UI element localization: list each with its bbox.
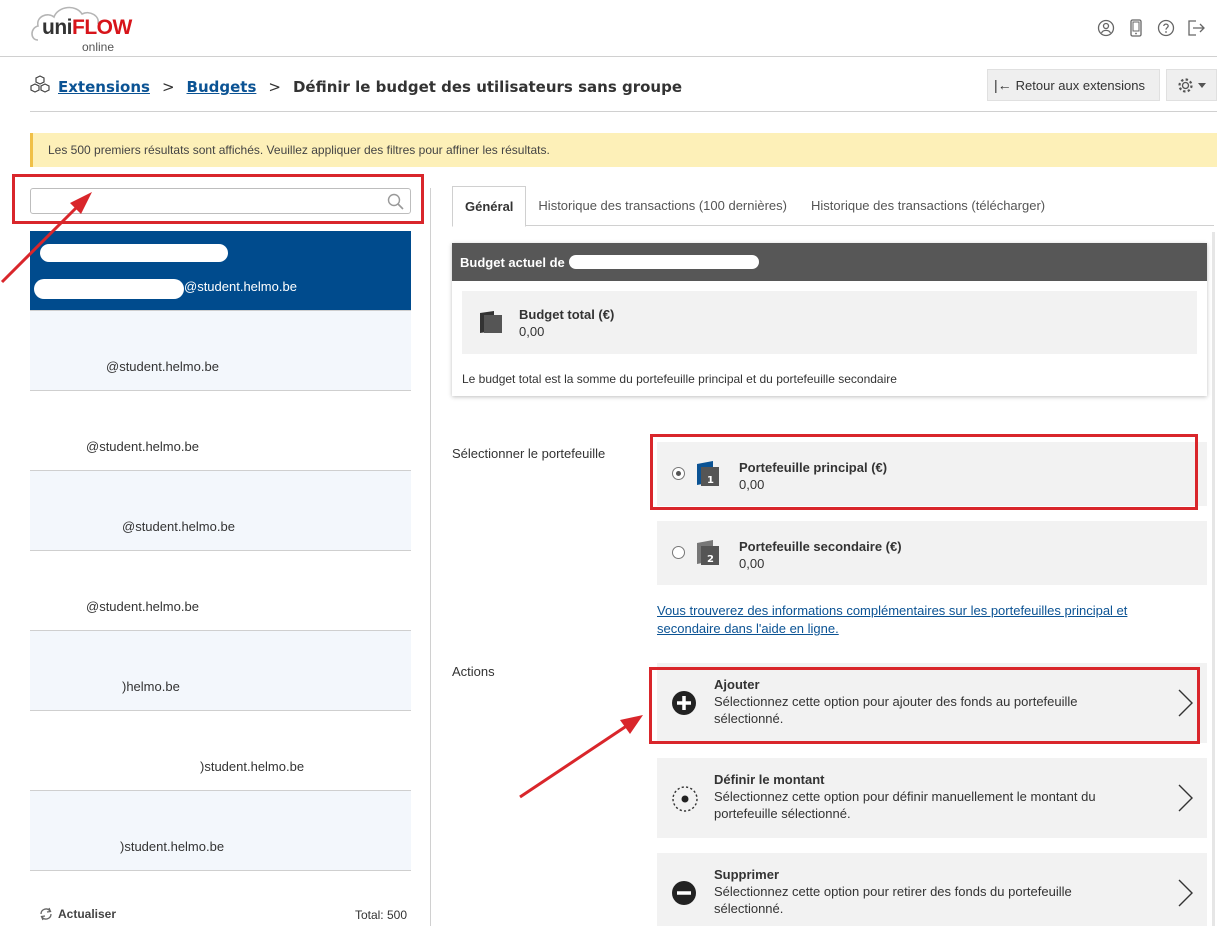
wallet-icon [480,311,502,333]
user-email: @student.helmo.be [122,519,235,534]
budget-card: Budget actuel de Budget total (€) 0,00 L… [452,243,1207,396]
back-button-label: Retour aux extensions [1015,77,1145,93]
breadcrumb-bar: Extensions > Budgets > Définir le budget… [30,58,1217,112]
annotation-highlight-search [12,174,424,224]
extensions-cubes-icon [30,75,50,99]
action-remove-funds[interactable]: Supprimer Sélectionnez cette option pour… [657,853,1207,926]
refresh-label: Actualiser [58,907,117,921]
wallet-secondary-title: Portefeuille secondaire (€) [739,539,902,554]
logo-brand: uniFLOW [42,16,132,39]
user-email: @student.helmo.be [86,439,199,454]
caret-down-icon [1198,82,1206,88]
redacted-name [568,255,759,269]
user-list-item[interactable]: )student.helmo.be [30,711,411,791]
wallet-secondary-icon: 2 [697,540,719,565]
action-remove-desc: Sélectionnez cette option pour retirer d… [714,884,1072,916]
tab-transaction-download[interactable]: Historique des transactions (télécharger… [799,186,1057,226]
breadcrumb: Extensions > Budgets > Définir le budget… [30,75,682,99]
back-to-extensions-button[interactable]: |← Retour aux extensions [987,69,1160,101]
page-title: Définir le budget des utilisateurs sans … [292,78,682,96]
user-list-item[interactable]: @student.helmo.be [30,311,411,391]
back-arrow-icon: |← [994,77,1012,93]
budget-total-title: Budget total (€) [519,307,615,322]
settings-menu-button[interactable] [1166,69,1217,101]
user-email: @student.helmo.be [106,359,219,374]
svg-text:2: 2 [707,554,714,565]
budget-total-value: 0,00 [519,324,545,339]
help-icon[interactable] [1155,17,1177,39]
user-list-item[interactable]: )student.helmo.be [30,791,411,871]
wallet-section-label: Sélectionner le portefeuille [452,446,606,461]
mobile-device-icon[interactable] [1125,17,1147,39]
user-list-item[interactable]: @student.helmo.be [30,551,411,631]
wallet-radio-secondary[interactable] [672,546,685,559]
redacted-name [34,279,184,299]
gear-icon [1178,77,1193,93]
annotation-highlight-add [649,667,1200,744]
logout-icon[interactable] [1185,17,1207,39]
action-remove-title: Supprimer [714,867,780,882]
tab-transaction-history[interactable]: Historique des transactions (100 dernièr… [526,186,799,226]
annotation-highlight-primary-wallet [650,434,1198,510]
refresh-button[interactable]: Actualiser [38,907,116,921]
action-set-desc: Sélectionnez cette option pour définir m… [714,789,1096,821]
dotted-target-icon [672,786,698,812]
budget-note: Le budget total est la somme du portefeu… [462,372,897,386]
tab-general[interactable]: Général [452,186,527,227]
wallet-help-link[interactable]: Vous trouverez des informations compléme… [657,602,1187,638]
user-email: )student.helmo.be [120,839,225,854]
user-profile-icon[interactable] [1095,17,1117,39]
list-footer: Actualiser Total: 500 [30,906,411,926]
user-email: @student.helmo.be [86,599,199,614]
breadcrumb-separator: > [161,78,175,96]
tab-bar: Général Historique des transactions (100… [452,186,1214,227]
breadcrumb-extensions-link[interactable]: Extensions [58,78,150,96]
user-list: @student.helmo.be @student.helmo.be @stu… [30,231,411,871]
wallet-option-secondary[interactable]: 2 Portefeuille secondaire (€) 0,00 [657,521,1207,585]
redacted-name [40,244,228,262]
actions-section-label: Actions [452,664,495,679]
action-set-title: Définir le montant [714,772,825,787]
breadcrumb-budgets-link[interactable]: Budgets [187,78,257,96]
chevron-right-icon [1178,784,1193,812]
uniflow-logo[interactable]: uniFLOW online [30,2,132,54]
minus-circle-icon [672,881,696,905]
scrollbar[interactable] [1212,232,1215,926]
column-divider [430,188,431,926]
user-list-item[interactable]: @student.helmo.be [30,231,411,311]
budget-total-box: Budget total (€) 0,00 [462,291,1197,354]
budget-card-header: Budget actuel de [452,243,1207,281]
annotation-arrow-add [519,715,643,799]
user-email: )helmo.be [122,679,180,694]
chevron-right-icon [1178,879,1193,907]
wallet-secondary-value: 0,00 [739,556,765,571]
budget-header-label: Budget actuel de [460,254,565,270]
total-count: Total: 500 [354,908,407,922]
user-email: @student.helmo.be [184,279,297,294]
refresh-icon [40,907,52,921]
breadcrumb-separator: > [268,78,281,96]
top-bar: uniFLOW online [0,0,1217,57]
logo-sub: online [82,40,115,54]
action-set-amount[interactable]: Définir le montant Sélectionnez cette op… [657,758,1207,838]
user-email: )student.helmo.be [200,759,305,774]
user-list-item[interactable]: )helmo.be [30,631,411,711]
user-list-item[interactable]: @student.helmo.be [30,391,411,471]
top-icons [1095,17,1207,39]
user-list-item[interactable]: @student.helmo.be [30,471,411,551]
results-notice: Les 500 premiers résultats sont affichés… [30,133,1217,167]
